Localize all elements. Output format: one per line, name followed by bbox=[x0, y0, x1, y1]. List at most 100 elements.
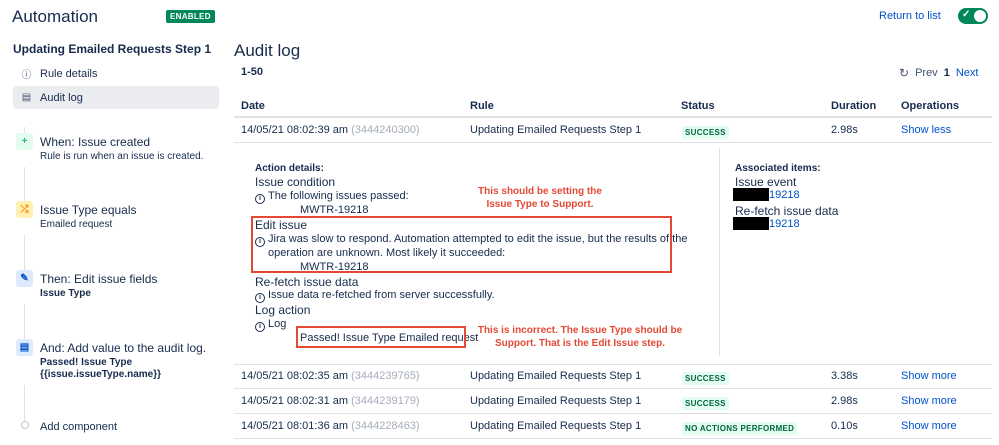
log-label-text: Log bbox=[268, 318, 287, 330]
show-more-link[interactable]: Show more bbox=[901, 420, 957, 432]
status-badge: SUCCESS bbox=[682, 126, 729, 139]
status-badge: NO ACTIONS PERFORMED bbox=[682, 422, 798, 435]
date-text: 14/05/21 08:01:36 am bbox=[241, 420, 349, 432]
component-title: Issue Type equals bbox=[40, 203, 137, 217]
result-range: 1-50 bbox=[241, 66, 264, 78]
show-more-link[interactable]: Show more bbox=[901, 370, 957, 382]
row-date: 14/05/21 08:02:31 am (3444239179) bbox=[241, 395, 420, 407]
column-header-status: Status bbox=[681, 100, 715, 112]
execution-id: (3444239765) bbox=[351, 370, 420, 382]
row-divider bbox=[234, 364, 992, 365]
redacted-block bbox=[733, 217, 769, 230]
sidebar-item-label: Rule details bbox=[40, 67, 98, 80]
refetch-item-link[interactable]: 19218 bbox=[769, 218, 800, 230]
annotation-note-1: This should be setting the Issue Type to… bbox=[478, 185, 602, 211]
refetch-item-label: Re-fetch issue data bbox=[735, 204, 839, 218]
details-separator bbox=[719, 148, 720, 356]
date-text: 14/05/21 08:02:31 am bbox=[241, 395, 349, 407]
status-badge: SUCCESS bbox=[682, 397, 729, 410]
message-text: Issue data re-fetched from server succes… bbox=[268, 289, 495, 301]
redacted-block bbox=[733, 188, 769, 201]
log-action-title: Log action bbox=[255, 303, 311, 317]
log-label: i Log bbox=[255, 318, 286, 332]
sidebar-item-label: Audit log bbox=[40, 91, 83, 104]
add-component-dot bbox=[21, 421, 29, 429]
column-header-operations: Operations bbox=[901, 100, 960, 112]
component-condition[interactable]: ⤮ Issue Type equals Emailed request bbox=[13, 201, 223, 235]
document-icon: ▤ bbox=[16, 339, 33, 356]
row-rule: Updating Emailed Requests Step 1 bbox=[470, 370, 642, 382]
row-rule: Updating Emailed Requests Step 1 bbox=[470, 420, 642, 432]
row-duration: 2.98s bbox=[831, 395, 858, 407]
row-rule: Updating Emailed Requests Step 1 bbox=[470, 124, 642, 136]
current-page: 1 bbox=[943, 67, 950, 79]
annotation-box-edit-issue bbox=[251, 216, 672, 273]
execution-id: (3444240300) bbox=[351, 124, 420, 136]
info-icon: i bbox=[255, 293, 265, 303]
row-duration: 0.10s bbox=[831, 420, 858, 432]
info-icon: i bbox=[255, 322, 265, 332]
column-header-duration: Duration bbox=[831, 100, 877, 112]
component-subtitle: Emailed request bbox=[40, 219, 113, 230]
component-action-log[interactable]: ▤ And: Add value to the audit log. Passe… bbox=[13, 339, 223, 385]
action-details-heading: Action details: bbox=[255, 163, 324, 174]
rule-enabled-toggle[interactable]: ✓ bbox=[958, 8, 988, 24]
row-date: 14/05/21 08:02:39 am (3444240300) bbox=[241, 124, 420, 136]
component-subtitle: Rule is run when an issue is created. bbox=[40, 151, 204, 162]
execution-id: (3444239179) bbox=[351, 395, 420, 407]
rule-name: Updating Emailed Requests Step 1 bbox=[13, 42, 212, 56]
toggle-knob bbox=[974, 10, 986, 22]
row-date: 14/05/21 08:01:36 am (3444228463) bbox=[241, 420, 420, 432]
pagination: ↻ Prev 1 Next bbox=[899, 66, 978, 80]
issue-event-link[interactable]: 19218 bbox=[769, 189, 800, 201]
page-title: Automation bbox=[12, 7, 98, 26]
prev-page-button[interactable]: Prev bbox=[915, 67, 938, 79]
component-title: Then: Edit issue fields bbox=[40, 272, 158, 286]
sidebar-item-audit-log[interactable]: ▤ Audit log bbox=[13, 86, 219, 109]
row-date: 14/05/21 08:02:35 am (3444239765) bbox=[241, 370, 420, 382]
check-icon: ✓ bbox=[962, 9, 971, 20]
show-more-link[interactable]: Show more bbox=[901, 395, 957, 407]
row-duration: 2.98s bbox=[831, 124, 858, 136]
issue-key: MWTR-19218 bbox=[300, 204, 369, 216]
execution-id: (3444228463) bbox=[351, 420, 420, 432]
component-action-edit[interactable]: ✎ Then: Edit issue fields Issue Type bbox=[13, 270, 223, 304]
annotation-line: This should be setting the bbox=[478, 186, 602, 197]
next-page-button[interactable]: Next bbox=[956, 67, 979, 79]
pencil-icon: ✎ bbox=[16, 270, 33, 287]
shuffle-icon: ⤮ bbox=[16, 201, 33, 218]
refetch-message: i Issue data re-fetched from server succe… bbox=[255, 289, 495, 303]
document-icon: ▤ bbox=[21, 92, 32, 103]
row-divider bbox=[234, 388, 992, 389]
show-less-link[interactable]: Show less bbox=[901, 124, 951, 136]
component-subtitle: Issue Type bbox=[40, 288, 91, 299]
row-divider bbox=[234, 142, 992, 143]
row-duration: 3.38s bbox=[831, 370, 858, 382]
info-icon: ⓘ bbox=[21, 70, 32, 81]
component-trigger[interactable]: + When: Issue created Rule is run when a… bbox=[13, 133, 223, 167]
status-badge: SUCCESS bbox=[682, 372, 729, 385]
header-divider bbox=[234, 116, 992, 118]
info-icon: i bbox=[255, 194, 265, 204]
issue-event-label: Issue event bbox=[735, 175, 797, 189]
plus-icon: + bbox=[16, 133, 33, 150]
add-component-button[interactable]: Add component bbox=[40, 421, 117, 433]
message-text: The following issues passed: bbox=[268, 190, 409, 202]
associated-items-heading: Associated items: bbox=[735, 163, 821, 174]
annotation-line: Support. That is the Edit Issue step. bbox=[494, 338, 666, 349]
refresh-icon[interactable]: ↻ bbox=[899, 66, 909, 80]
row-divider bbox=[234, 413, 992, 414]
issue-condition-title: Issue condition bbox=[255, 175, 336, 189]
component-title: When: Issue created bbox=[40, 135, 151, 149]
return-to-list-link[interactable]: Return to list bbox=[879, 10, 941, 22]
component-subtitle: Passed! Issue Type bbox=[40, 357, 133, 368]
row-rule: Updating Emailed Requests Step 1 bbox=[470, 395, 642, 407]
component-subtitle-smart-value: {{issue.issueType.name}} bbox=[40, 369, 161, 380]
sidebar-item-rule-details[interactable]: ⓘ Rule details bbox=[13, 62, 219, 85]
annotation-note-2: This is incorrect. The Issue Type should… bbox=[475, 324, 685, 350]
audit-log-title: Audit log bbox=[234, 41, 301, 60]
column-header-rule: Rule bbox=[470, 100, 494, 112]
row-divider bbox=[234, 438, 992, 439]
enabled-badge: ENABLED bbox=[166, 10, 215, 23]
column-header-date: Date bbox=[241, 100, 265, 112]
